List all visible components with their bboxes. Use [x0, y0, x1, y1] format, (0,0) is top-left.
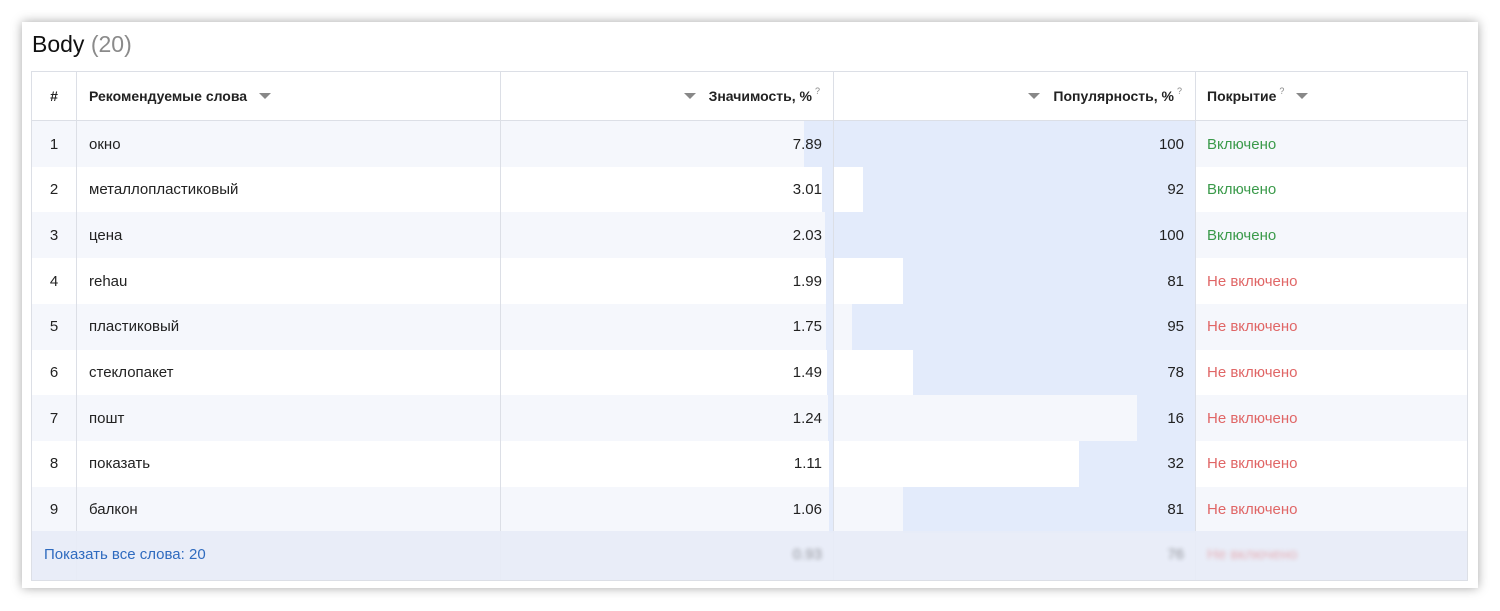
table-row: 7 пошт 1.24 16 Не включено [32, 395, 1467, 442]
table-footer: 0.93 76 Не включено Показать все слова: … [32, 531, 1467, 580]
popularity-value: 100 [1158, 226, 1184, 244]
coverage-included: Включено [1207, 226, 1277, 244]
coverage-not-included: Не включено [1207, 455, 1298, 473]
table-row: 6 стеклопакет 1.49 78 Не включено [32, 349, 1467, 396]
sort-caret-icon [259, 93, 272, 99]
help-icon[interactable]: ? [815, 86, 820, 96]
keyword-text: цена [89, 226, 123, 244]
significance-bar [825, 212, 833, 259]
header-coverage-sort[interactable]: Покрытие ? [1207, 72, 1457, 120]
significance-value: 1.06 [792, 501, 822, 519]
row-index: 4 [49, 272, 59, 290]
row-index: 2 [49, 181, 59, 199]
popularity-value: 16 [1167, 409, 1184, 427]
row-index: 7 [49, 409, 59, 427]
significance-value: 1.24 [792, 409, 822, 427]
keyword-text: пошт [89, 409, 125, 427]
column-divider [833, 72, 834, 580]
column-divider [76, 72, 77, 580]
body-keywords-panel: Body (20) # Рекомендуемые слова Значимос… [22, 22, 1478, 588]
row-index: 1 [49, 135, 59, 153]
coverage-included: Включено [1207, 135, 1277, 153]
keyword-text: rehau [89, 272, 128, 290]
keyword-text: пластиковый [89, 318, 180, 336]
header-coverage-label: Покрытие [1207, 88, 1277, 104]
faded-significance: 0.93 [792, 545, 822, 563]
popularity-value: 81 [1167, 501, 1184, 519]
help-icon[interactable]: ? [1177, 86, 1182, 96]
faded-popularity: 76 [1167, 545, 1184, 563]
row-index: 5 [49, 318, 59, 336]
help-icon[interactable]: ? [1279, 86, 1284, 96]
row-index: 9 [49, 501, 59, 519]
significance-value: 1.99 [792, 272, 822, 290]
header-index: # [32, 72, 76, 120]
coverage-not-included: Не включено [1207, 272, 1298, 290]
faded-coverage: Не включено [1207, 545, 1298, 563]
row-index: 3 [49, 226, 59, 244]
significance-bar [821, 166, 833, 213]
header-significance-label: Значимость, % [708, 88, 812, 104]
column-divider [1195, 72, 1196, 580]
significance-bar [825, 258, 833, 305]
header-significance-sort[interactable]: Значимость, % ? [501, 72, 820, 120]
significance-value: 1.75 [792, 318, 822, 336]
popularity-value: 81 [1167, 272, 1184, 290]
significance-value: 7.89 [792, 135, 822, 153]
table-row: 9 балкон 1.06 81 Не включено [32, 486, 1467, 533]
section-count: (20) [90, 31, 132, 57]
sort-caret-icon [1028, 93, 1041, 99]
sort-caret-icon [683, 93, 696, 99]
keyword-text: показать [89, 455, 151, 473]
sort-caret-icon [1296, 93, 1309, 99]
table-row: 8 показать 1.11 32 Не включено [32, 440, 1467, 487]
coverage-not-included: Не включено [1207, 409, 1298, 427]
table-header: # Рекомендуемые слова Значимость, % ? По… [32, 72, 1467, 121]
significance-value: 1.49 [792, 364, 822, 381]
header-index-label: # [50, 88, 58, 104]
keywords-table: # Рекомендуемые слова Значимость, % ? По… [31, 71, 1468, 581]
popularity-value: 100 [1158, 135, 1184, 153]
column-divider [500, 72, 501, 580]
row-index: 8 [49, 455, 59, 473]
coverage-included: Включено [1207, 181, 1277, 199]
significance-value: 1.11 [793, 455, 822, 473]
header-word-sort[interactable]: Рекомендуемые слова [89, 72, 499, 120]
table-row: 5 пластиковый 1.75 95 Не включено [32, 303, 1467, 350]
keyword-text: металлопластиковый [89, 181, 239, 199]
keyword-text: окно [89, 135, 121, 153]
show-all-words-link[interactable]: Показать все слова: 20 [44, 531, 206, 577]
keyword-text: балкон [89, 501, 138, 519]
header-popularity-label: Популярность, % [1053, 88, 1174, 104]
section-title-text: Body [32, 31, 85, 57]
coverage-not-included: Не включено [1207, 318, 1298, 336]
popularity-value: 92 [1167, 181, 1184, 199]
section-title: Body (20) [32, 31, 132, 58]
table-row: 4 rehau 1.99 81 Не включено [32, 258, 1467, 305]
coverage-not-included: Не включено [1207, 501, 1298, 519]
row-index: 6 [49, 364, 59, 381]
keyword-text: стеклопакет [89, 364, 174, 381]
significance-value: 3.01 [792, 181, 822, 199]
table-row: 1 окно 7.89 100 Включено [32, 121, 1467, 167]
header-popularity-sort[interactable]: Популярность, % ? [834, 72, 1182, 120]
header-word-label: Рекомендуемые слова [89, 88, 248, 104]
table-row: 3 цена 2.03 100 Включено [32, 212, 1467, 259]
significance-bar [826, 303, 833, 350]
table-row: 2 металлопластиковый 3.01 92 Включено [32, 166, 1467, 213]
popularity-value: 78 [1167, 364, 1184, 381]
popularity-value: 32 [1167, 455, 1184, 473]
popularity-value: 95 [1167, 318, 1184, 336]
significance-value: 2.03 [792, 226, 822, 244]
coverage-not-included: Не включено [1207, 364, 1298, 381]
